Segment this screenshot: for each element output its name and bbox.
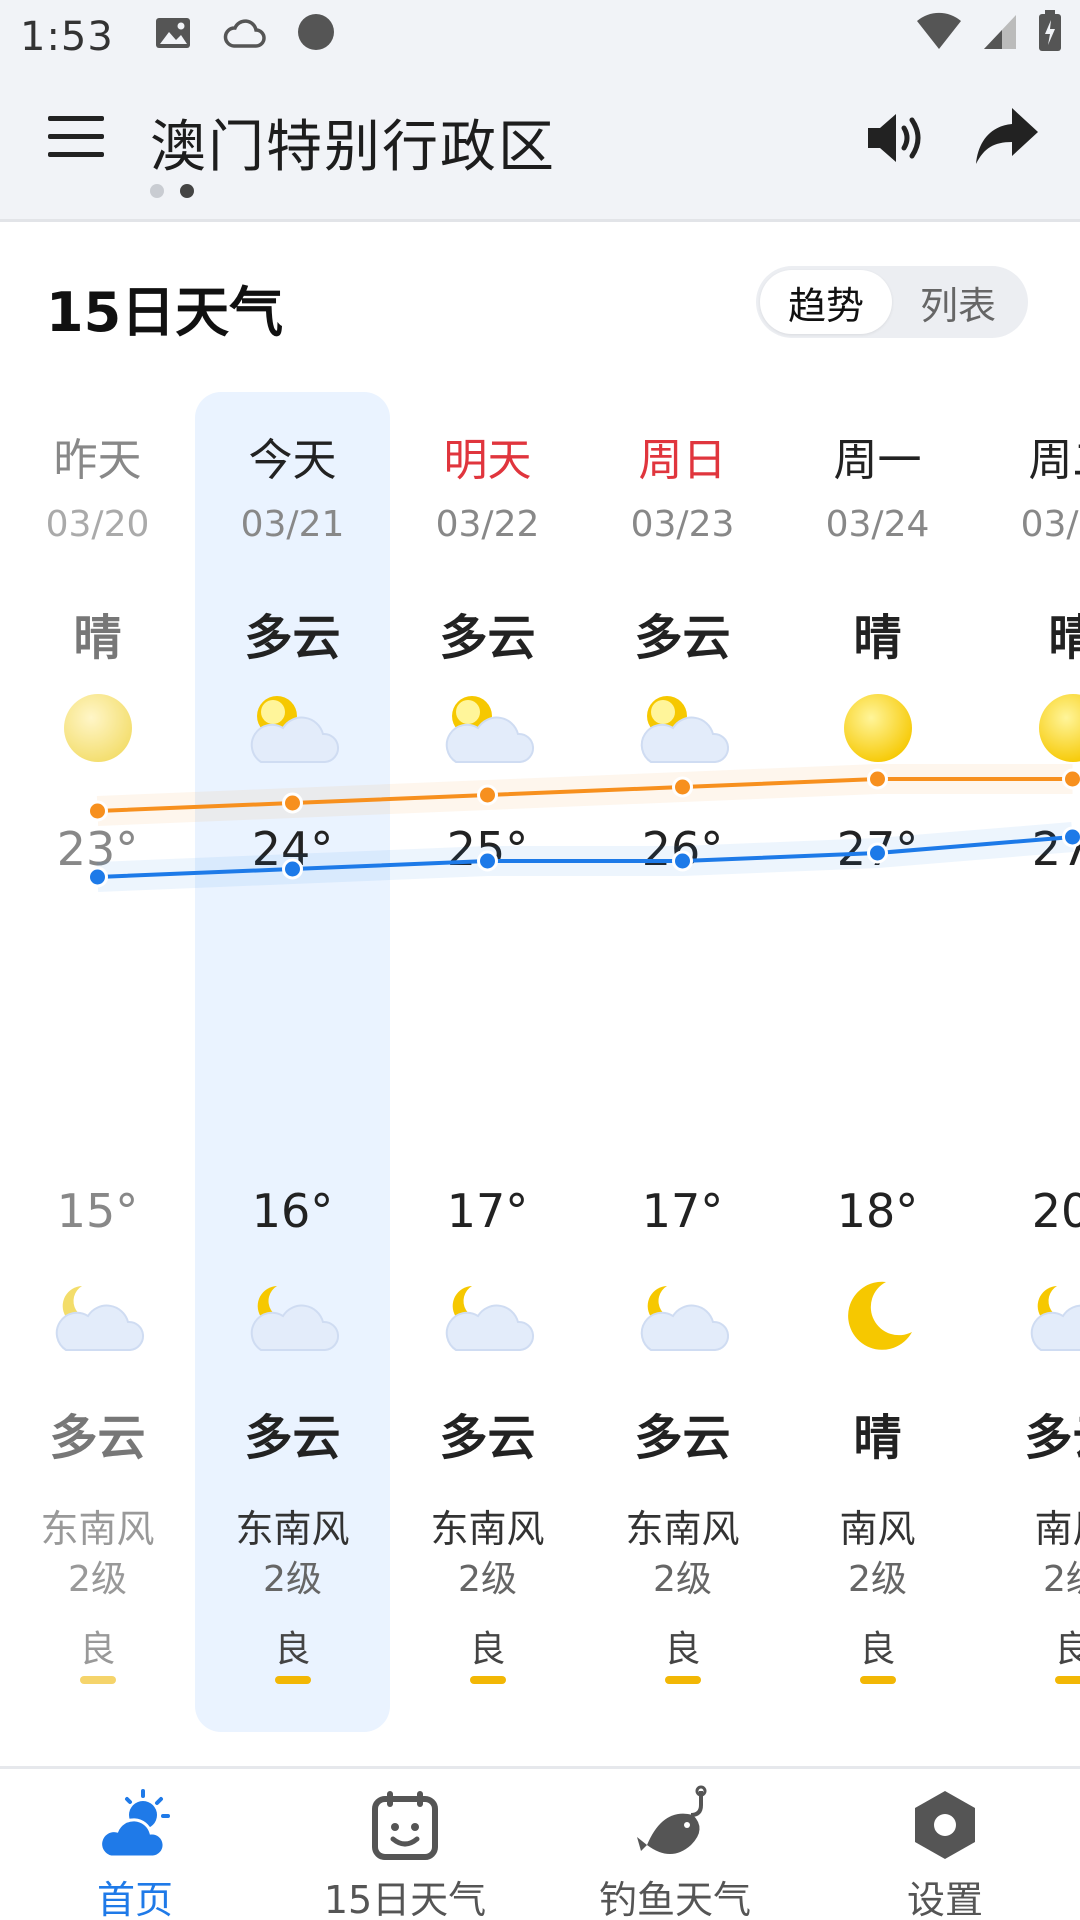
view-toggle: 趋势 列表 xyxy=(756,266,1028,338)
low-temp-point xyxy=(87,866,108,888)
high-temp-point xyxy=(672,776,693,798)
nav-settings-label: 设置 xyxy=(906,1878,983,1920)
status-right xyxy=(916,10,1062,62)
high-temp-point xyxy=(282,792,303,814)
nav-settings[interactable]: 设置 xyxy=(810,1769,1080,1920)
high-temp-point xyxy=(867,768,888,790)
status-time: 1:53 xyxy=(20,14,114,60)
cloud-status-icon xyxy=(222,14,266,60)
nav-15day-label: 15日天气 xyxy=(323,1878,487,1920)
menu-icon[interactable] xyxy=(46,106,106,166)
low-temp-point xyxy=(1062,826,1080,848)
share-icon[interactable] xyxy=(972,104,1042,168)
page-indicator xyxy=(150,184,194,198)
city-title[interactable]: 澳门特别行政区 xyxy=(150,102,556,183)
low-temp-point xyxy=(282,858,303,880)
low-temp-point xyxy=(672,850,693,872)
nav-home-label: 首页 xyxy=(96,1878,173,1920)
forecast-scroll[interactable]: 昨天 03/20 晴 23° 15° 多云 东南风 2级 良 今天 03/21 … xyxy=(0,388,1080,1738)
high-temp-point xyxy=(87,800,108,822)
bottom-nav: 首页 15日天气 钓鱼天气 设置 xyxy=(0,1766,1080,1920)
page-dot xyxy=(150,184,164,198)
weather-home-icon xyxy=(95,1785,175,1865)
low-temp-point xyxy=(867,842,888,864)
top-app-bar: 澳门特别行政区 xyxy=(0,74,1080,222)
app-root: 1:53 澳门特别行政区 15日天气 趋势 列表 昨天 03/20 晴 23° … xyxy=(0,0,1080,1920)
high-temp-point xyxy=(477,784,498,806)
image-icon xyxy=(154,14,192,60)
nav-home[interactable]: 首页 xyxy=(0,1769,270,1920)
section-title: 15日天气 xyxy=(46,281,284,344)
signal-icon xyxy=(982,11,1018,61)
high-temp-point xyxy=(1062,768,1080,790)
low-temp-point xyxy=(477,850,498,872)
calendar-icon xyxy=(365,1785,445,1865)
toggle-list[interactable]: 列表 xyxy=(892,270,1024,334)
nav-fishing[interactable]: 钓鱼天气 xyxy=(540,1769,810,1920)
record-dot-icon xyxy=(296,12,336,62)
wifi-icon xyxy=(916,11,962,61)
battery-icon xyxy=(1038,10,1062,62)
toggle-trend[interactable]: 趋势 xyxy=(760,270,892,334)
nav-fishing-label: 钓鱼天气 xyxy=(598,1878,751,1920)
status-bar: 1:53 xyxy=(0,0,1080,74)
temperature-trend-chart xyxy=(87,764,1080,892)
speaker-icon[interactable] xyxy=(864,108,930,168)
settings-icon xyxy=(905,1785,985,1865)
page-dot-active xyxy=(180,184,194,198)
nav-15day[interactable]: 15日天气 xyxy=(270,1769,540,1920)
fish-icon xyxy=(635,1785,715,1865)
